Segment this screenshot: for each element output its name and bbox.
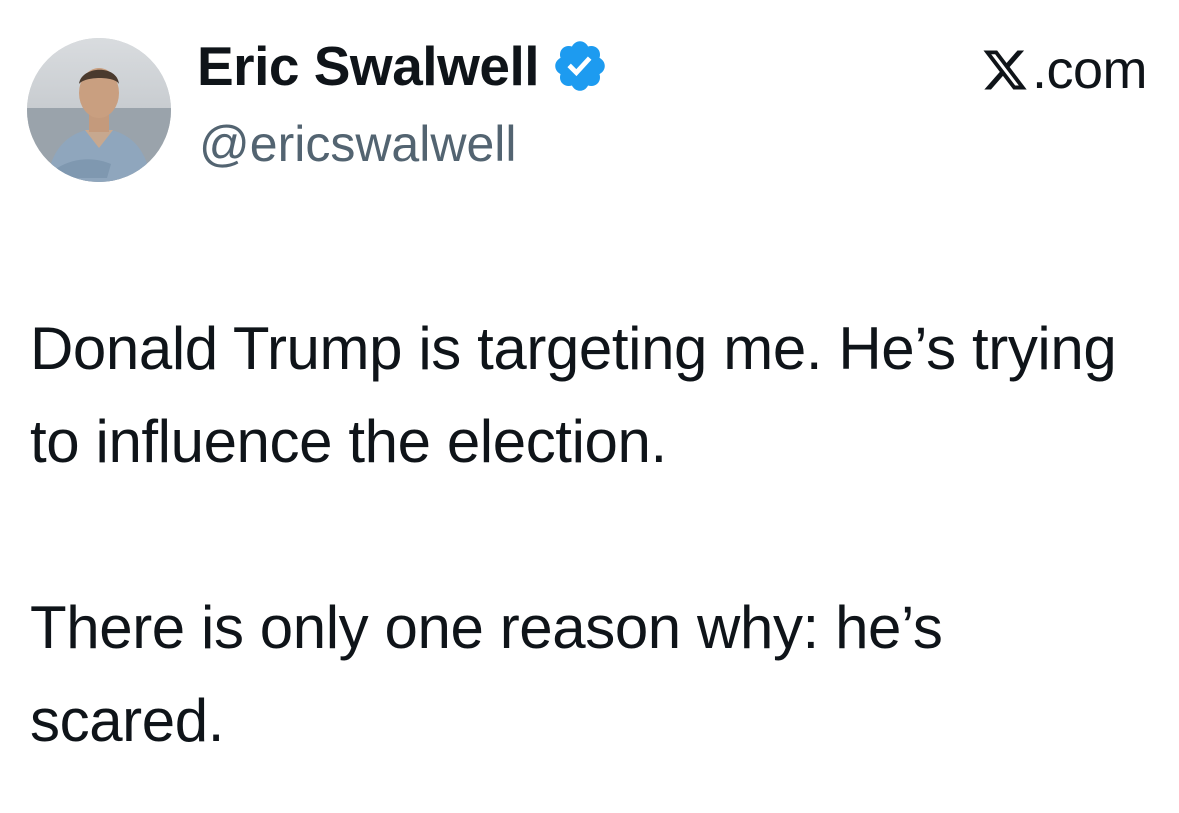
source-domain-label: .com: [1031, 40, 1148, 100]
author-handle[interactable]: @ericswalwell: [199, 115, 516, 173]
verified-badge-icon: [551, 37, 609, 95]
tweet-paragraph: Donald Trump is targeting me. He’s tryin…: [30, 315, 1117, 475]
x-logo-icon: [980, 46, 1030, 94]
tweet-paragraph: There is only one reason why: he’s scare…: [30, 594, 943, 754]
source-attribution[interactable]: .com: [980, 38, 1148, 102]
tweet-text: Donald Trump is targeting me. He’s tryin…: [30, 302, 1140, 767]
avatar-image: [27, 38, 171, 182]
tweet-card: Eric Swalwell @ericswalwell .com Donald …: [0, 0, 1179, 813]
avatar[interactable]: [27, 38, 171, 182]
author-display-name[interactable]: Eric Swalwell: [197, 34, 540, 98]
author-name-row: Eric Swalwell: [197, 30, 609, 102]
